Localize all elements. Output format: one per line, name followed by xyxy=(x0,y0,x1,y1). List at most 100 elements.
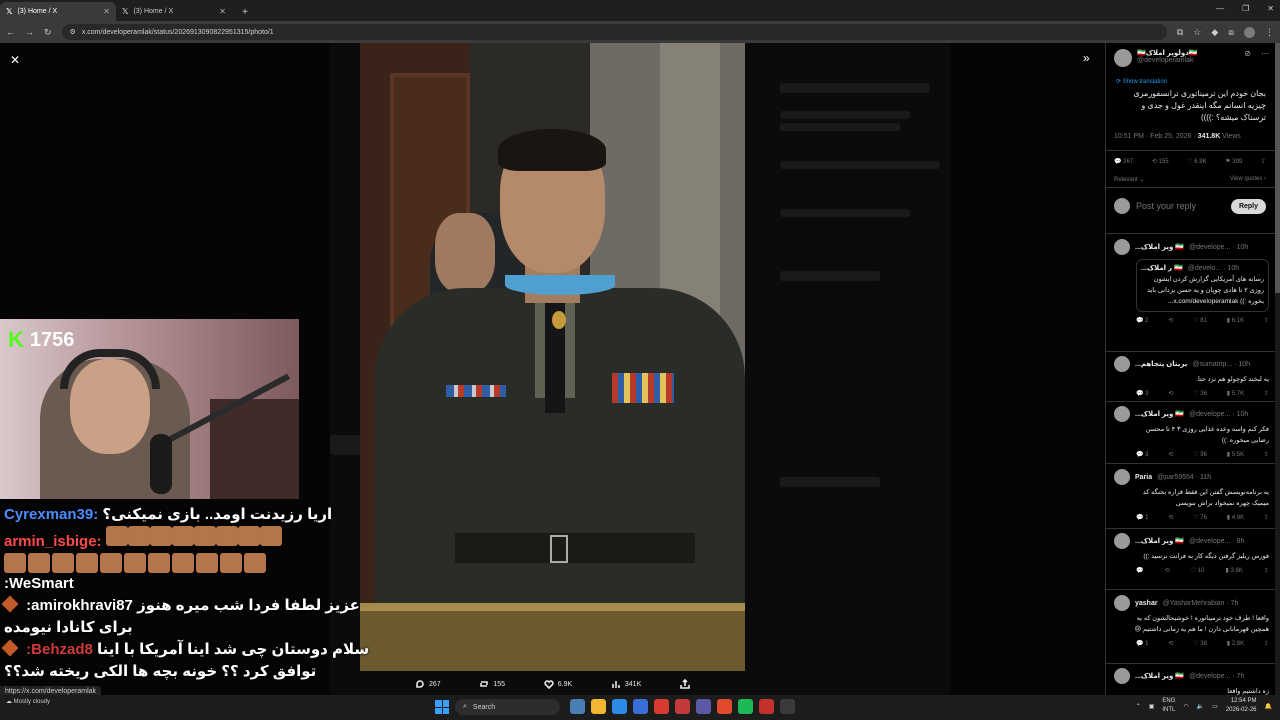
site-info-icon[interactable]: ⚙ xyxy=(70,28,76,36)
store-icon[interactable] xyxy=(633,699,648,714)
file-explorer-icon[interactable] xyxy=(570,699,585,714)
reload-icon[interactable]: ↻ xyxy=(44,27,52,38)
language-indicator[interactable]: ENG INTL xyxy=(1162,697,1175,715)
author-name[interactable]: 🇮🇷دولوپر املاک🇮🇷 xyxy=(1137,49,1198,57)
close-viewer-icon[interactable]: ✕ xyxy=(10,53,20,67)
reply-item[interactable]: Paria @par59554 · 11h یه برنامه‌نویسش گف… xyxy=(1114,469,1269,521)
new-tab-button[interactable]: + xyxy=(236,7,254,18)
repost-action[interactable]: 155 xyxy=(479,679,505,689)
reply-item[interactable]: ...ویر املاک 🇮🇷 @develope... · 10h فکر ک… xyxy=(1114,406,1269,458)
reply-author[interactable]: ...ویر املاک 🇮🇷 xyxy=(1135,672,1184,680)
menu-icon[interactable]: ⋮ xyxy=(1265,27,1274,38)
browser-tab-home-1[interactable]: 𝕏 (3) Home / X ✕ xyxy=(0,2,116,21)
heart-icon[interactable]: ♡ 81 xyxy=(1193,317,1207,324)
reply-item[interactable]: ...ویر املاک 🇮🇷 @develope... · 8h فورس ر… xyxy=(1114,533,1269,574)
heart-icon[interactable]: ♡ 36 xyxy=(1193,390,1207,397)
like-action[interactable]: 6.9K xyxy=(544,679,572,689)
minimize-icon[interactable]: — xyxy=(1216,4,1224,13)
view-quotes-link[interactable]: View quotes › xyxy=(1230,176,1266,183)
avatar[interactable] xyxy=(1114,356,1130,372)
reply-item[interactable]: yashar @YasharMehrabian · 7h واقعا ! طرف… xyxy=(1114,595,1269,647)
spotify-icon[interactable] xyxy=(738,699,753,714)
reply-author[interactable]: Paria xyxy=(1135,474,1152,481)
chevron-up-icon[interactable]: ⌃ xyxy=(1136,703,1141,710)
sort-dropdown[interactable]: Relevant ⌄ xyxy=(1114,176,1144,183)
views-icon[interactable]: ▮ 2.8K xyxy=(1227,640,1244,647)
reply-item[interactable]: ...ویر املاک 🇮🇷 @develope... · 7h زه داش… xyxy=(1114,668,1269,695)
reply-icon[interactable]: 💬 xyxy=(1136,567,1143,574)
taskbar-search[interactable]: ⌕ Search xyxy=(455,699,560,715)
share-icon[interactable]: ⇪ xyxy=(1264,317,1269,324)
youtube-icon[interactable] xyxy=(654,699,669,714)
share-action[interactable] xyxy=(680,679,690,689)
repost-icon[interactable]: ⟲ xyxy=(1168,514,1173,521)
panel-scrollbar[interactable] xyxy=(1275,43,1280,695)
close-tab-icon[interactable]: ✕ xyxy=(103,7,110,16)
reply-button[interactable]: Reply xyxy=(1230,198,1266,214)
discord-icon[interactable] xyxy=(696,699,711,714)
address-bar[interactable]: ⚙ x.com/developeramlak/status/2026913090… xyxy=(61,24,1167,40)
avatar[interactable] xyxy=(1114,239,1130,255)
views-icon[interactable]: ▮ 5.5K xyxy=(1227,451,1244,458)
reply-item[interactable]: ...ویر املاک 🇮🇷 @develope... · 10h ...ر … xyxy=(1114,239,1269,324)
edge-icon[interactable] xyxy=(612,699,627,714)
reply-icon[interactable]: 💬 1 xyxy=(1136,514,1148,521)
wifi-icon[interactable]: ◠ xyxy=(1183,703,1188,710)
views-action[interactable]: 341K xyxy=(611,679,641,689)
bookmark-stat[interactable]: ⚑ 399 xyxy=(1225,158,1242,165)
grok-icon[interactable]: ⊘ xyxy=(1244,49,1251,58)
profile-avatar[interactable] xyxy=(1244,26,1255,38)
views-icon[interactable]: ▮ 4.9K xyxy=(1227,514,1244,521)
bookmark-star-icon[interactable]: ☆ xyxy=(1193,27,1201,38)
close-window-icon[interactable]: ✕ xyxy=(1267,4,1274,13)
reply-item[interactable]: ...بریتان پنجاهم @sumatrip... · 10h یه ل… xyxy=(1114,356,1269,397)
browser-tab-home-2[interactable]: 𝕏 (3) Home / X ✕ xyxy=(116,2,232,21)
repost-icon[interactable]: ⟲ xyxy=(1168,317,1173,324)
start-button[interactable] xyxy=(435,700,449,714)
reply-action[interactable]: 267 xyxy=(415,679,441,689)
heart-icon[interactable]: ♡ 38 xyxy=(1193,640,1207,647)
reply-input[interactable]: Post your reply xyxy=(1136,201,1196,211)
avatar[interactable] xyxy=(1114,533,1130,549)
volume-icon[interactable]: 🔈 xyxy=(1197,703,1204,710)
reply-icon[interactable]: 💬 3 xyxy=(1136,451,1148,458)
reply-icon[interactable]: 💬 2 xyxy=(1136,317,1148,324)
close-tab-icon[interactable]: ✕ xyxy=(219,7,226,16)
heart-icon[interactable]: ♡ 96 xyxy=(1193,451,1207,458)
browser-app-icon[interactable] xyxy=(717,699,732,714)
share-icon[interactable]: ⇪ xyxy=(1264,567,1269,574)
weather-widget[interactable]: ☁ Mostly cloudy xyxy=(6,698,50,705)
repost-stat[interactable]: ⟲ 155 xyxy=(1152,158,1169,165)
reply-icon[interactable]: 💬 3 xyxy=(1136,390,1148,397)
views-icon[interactable]: ▮ 5.7K xyxy=(1227,390,1244,397)
repost-icon[interactable]: ⟲ xyxy=(1168,640,1173,647)
app-icon[interactable] xyxy=(759,699,774,714)
folder-icon[interactable] xyxy=(591,699,606,714)
reply-stat[interactable]: 💬 267 xyxy=(1114,158,1133,165)
reply-author[interactable]: yashar xyxy=(1135,600,1158,607)
post-time[interactable]: 10:51 PM · Feb 25, 2026 · xyxy=(1114,133,1198,140)
repost-icon[interactable]: ⟲ xyxy=(1165,567,1170,574)
clock[interactable]: 12:54 PM 2026-02-26 xyxy=(1226,697,1257,715)
avatar[interactable] xyxy=(1114,595,1130,611)
reply-author[interactable]: ...بریتان پنجاهم xyxy=(1135,360,1187,368)
reply-author[interactable]: ...ویر املاک 🇮🇷 xyxy=(1135,243,1184,251)
avatar[interactable] xyxy=(1114,406,1130,422)
gmail-icon[interactable] xyxy=(675,699,690,714)
extensions-puzzle-icon[interactable]: ⧈ xyxy=(1228,27,1234,38)
tray-app-icon[interactable]: ▣ xyxy=(1149,703,1155,710)
avatar[interactable] xyxy=(1114,49,1132,67)
extension-icon[interactable]: ◆ xyxy=(1211,27,1218,38)
back-icon[interactable]: ← xyxy=(6,27,15,37)
share-icon[interactable]: ⇪ xyxy=(1264,514,1269,521)
more-icon[interactable]: ⋯ xyxy=(1261,49,1269,58)
reply-icon[interactable]: 💬 1 xyxy=(1136,640,1148,647)
share-icon[interactable]: ⇪ xyxy=(1264,451,1269,458)
show-translation-link[interactable]: ⟳ Show translation xyxy=(1116,78,1167,85)
battery-icon[interactable]: ▭ xyxy=(1212,703,1218,710)
reply-author[interactable]: ...ویر املاک 🇮🇷 xyxy=(1135,410,1184,418)
author-handle[interactable]: @developeramlak xyxy=(1137,57,1198,64)
quoted-post[interactable]: ...ر املاک 🇮🇷 @develo... · 10h رسانه های… xyxy=(1136,259,1269,312)
expand-panel-icon[interactable]: » xyxy=(1083,51,1090,65)
app-icon[interactable] xyxy=(780,699,795,714)
